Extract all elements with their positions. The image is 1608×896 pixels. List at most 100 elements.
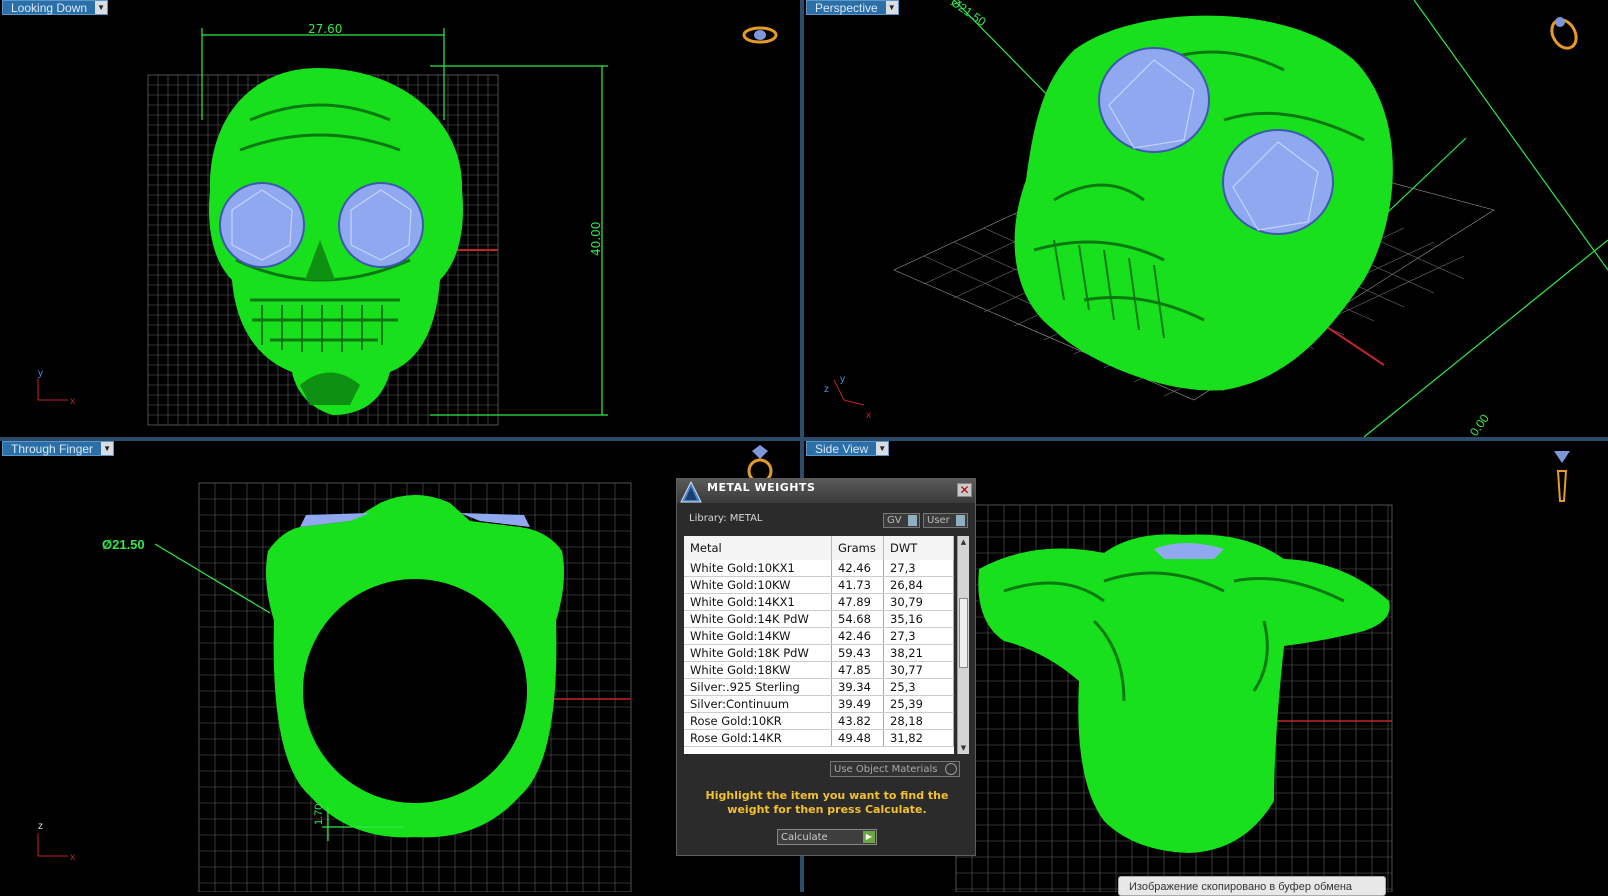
cell-dwt: 28,18 xyxy=(883,712,954,730)
skull-model[interactable] xyxy=(208,68,464,415)
matrix-logo-icon xyxy=(680,480,702,502)
viewport-label: Looking Down xyxy=(11,0,88,15)
metal-weights-panel: METAL WEIGHTS ✕ Library: METAL GV User M… xyxy=(676,478,976,856)
viewport-label: Perspective xyxy=(815,0,878,15)
calculate-label: Calculate xyxy=(781,831,828,843)
svg-text:x: x xyxy=(866,410,871,421)
gv-label: GV xyxy=(887,515,902,526)
table-row[interactable]: Rose Gold:14KR 49.48 31,82 xyxy=(684,729,954,747)
ring-icon[interactable] xyxy=(1547,16,1581,53)
cell-dwt: 31,82 xyxy=(883,729,954,747)
table-row[interactable]: White Gold:10KX1 42.46 27,3 xyxy=(684,560,954,577)
scroll-down-icon[interactable]: ▼ xyxy=(958,742,969,754)
axis-indicator: z y x xyxy=(824,374,871,421)
use-object-materials-toggle[interactable]: Use Object Materials xyxy=(830,761,960,777)
viewport-divider-horizontal[interactable] xyxy=(0,437,1608,441)
table-row[interactable]: White Gold:14K PdW 54.68 35,16 xyxy=(684,610,954,628)
svg-text:z: z xyxy=(38,821,43,832)
instruction-text: Highlight the item you want to find the … xyxy=(705,789,949,816)
cell-metal: White Gold:18K PdW xyxy=(684,644,832,662)
ring-icon[interactable] xyxy=(1554,451,1570,502)
viewport-label: Side View xyxy=(815,441,869,456)
cell-dwt: 30,79 xyxy=(883,593,954,611)
viewport-tab-through-finger[interactable]: Through Finger ▼ xyxy=(2,441,115,456)
table-row[interactable]: Silver:Continuum 39.49 25,39 xyxy=(684,695,954,713)
metal-table[interactable]: Metal Grams DWT White Gold:10KX1 42.46 27,… xyxy=(684,536,954,754)
panel-title-bar[interactable]: METAL WEIGHTS ✕ xyxy=(677,479,975,503)
viewport-label: Through Finger xyxy=(11,441,94,456)
dimension-height: 40.00 xyxy=(589,222,603,256)
chevron-down-icon[interactable]: ▼ xyxy=(95,1,108,14)
scroll-up-icon[interactable]: ▲ xyxy=(958,536,969,548)
dimension-label-2: 0.00 xyxy=(1467,411,1492,437)
viewport-looking-down[interactable]: Looking Down ▼ 27.60 40.00 y x xyxy=(0,0,800,437)
top-view-canvas: 27.60 40.00 y x xyxy=(37,22,778,426)
cell-dwt: 30,77 xyxy=(883,661,954,679)
cell-metal: White Gold:14KX1 xyxy=(684,593,832,611)
axis-indicator: z x xyxy=(37,821,75,863)
perspective-canvas: Ø21.50 0.00 z y x xyxy=(824,0,1608,437)
radio-icon xyxy=(945,763,957,775)
cell-dwt: 25,39 xyxy=(883,695,954,713)
scroll-thumb[interactable] xyxy=(959,598,968,668)
use-object-materials-label: Use Object Materials xyxy=(834,763,938,775)
cell-metal: White Gold:14K PdW xyxy=(684,610,832,628)
dimension-width: 27.60 xyxy=(308,22,342,36)
cell-metal: White Gold:18KW xyxy=(684,661,832,679)
chevron-down-icon[interactable]: ▼ xyxy=(101,442,114,455)
user-toggle[interactable]: User xyxy=(923,513,968,528)
cell-grams: 42.46 xyxy=(831,627,884,645)
svg-text:x: x xyxy=(70,396,75,407)
axis-indicator: y x xyxy=(37,368,75,407)
diameter-label: Ø21.50 xyxy=(102,537,145,552)
table-row[interactable]: White Gold:14KX1 47.89 30,79 xyxy=(684,593,954,611)
calculate-button[interactable]: Calculate ▶ xyxy=(777,829,877,845)
ring-icon[interactable] xyxy=(747,445,773,484)
table-row[interactable]: White Gold:10KW 41.73 26,84 xyxy=(684,576,954,594)
cell-metal: White Gold:14KW xyxy=(684,627,832,645)
viewport-tab-side-view[interactable]: Side View ▼ xyxy=(806,441,890,456)
viewport-perspective[interactable]: Perspective ▼ Ø21.50 0.00 z y x xyxy=(804,0,1608,437)
cell-grams: 39.34 xyxy=(831,678,884,696)
chevron-down-icon[interactable]: ▼ xyxy=(885,1,898,14)
cell-metal: Rose Gold:10KR xyxy=(684,712,832,730)
table-scrollbar[interactable]: ▲ ▼ xyxy=(957,536,969,754)
table-row[interactable]: Silver:.925 Sterling 39.34 25,3 xyxy=(684,678,954,696)
dimension-label: Ø21.50 xyxy=(948,0,989,29)
svg-text:y: y xyxy=(38,368,43,379)
ring-side-model[interactable] xyxy=(978,534,1390,853)
svg-text:z: z xyxy=(824,384,829,395)
panel-title: METAL WEIGHTS xyxy=(707,480,816,494)
ring-profile[interactable] xyxy=(266,495,564,838)
ring-icon[interactable] xyxy=(742,26,778,44)
library-label: Library: METAL xyxy=(689,513,763,524)
clipboard-notification: Изображение скопировано в буфер обмена xyxy=(1118,876,1386,896)
cell-dwt: 27,3 xyxy=(883,560,954,577)
table-row[interactable]: Rose Gold:10KR 43.82 28,18 xyxy=(684,712,954,730)
svg-text:y: y xyxy=(840,374,845,385)
chevron-down-icon[interactable]: ▼ xyxy=(876,442,889,455)
table-row[interactable]: White Gold:14KW 42.46 27,3 xyxy=(684,627,954,645)
cell-grams: 47.85 xyxy=(831,661,884,679)
cell-metal: White Gold:10KW xyxy=(684,576,832,594)
cell-metal: Silver:.925 Sterling xyxy=(684,678,832,696)
table-row[interactable]: White Gold:18K PdW 59.43 38,21 xyxy=(684,644,954,662)
column-header-metal[interactable]: Metal xyxy=(684,536,832,560)
column-header-grams[interactable]: Grams xyxy=(831,536,884,560)
gv-toggle[interactable]: GV xyxy=(883,513,920,528)
table-header: Metal Grams DWT xyxy=(684,536,954,560)
cell-dwt: 27,3 xyxy=(883,627,954,645)
table-row[interactable]: White Gold:18KW 47.85 30,77 xyxy=(684,661,954,679)
thickness-label: 1.70 xyxy=(313,804,325,825)
cell-dwt: 26,84 xyxy=(883,576,954,594)
cell-grams: 59.43 xyxy=(831,644,884,662)
column-header-dwt[interactable]: DWT xyxy=(883,536,954,560)
cell-metal: Rose Gold:14KR xyxy=(684,729,832,747)
viewport-tab-looking-down[interactable]: Looking Down ▼ xyxy=(2,0,109,15)
viewport-tab-perspective[interactable]: Perspective ▼ xyxy=(806,0,899,15)
svg-text:x: x xyxy=(70,852,75,863)
toggle-indicator-icon xyxy=(956,515,965,526)
cell-grams: 43.82 xyxy=(831,712,884,730)
close-icon[interactable]: ✕ xyxy=(957,483,972,497)
toggle-indicator-icon xyxy=(908,515,917,526)
